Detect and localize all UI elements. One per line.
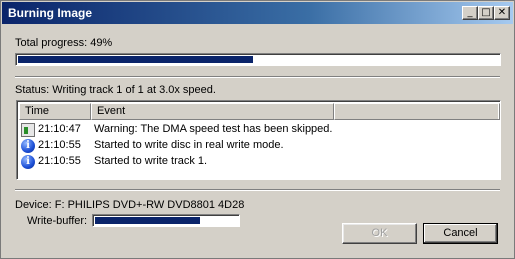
write-buffer-bar [92,214,240,227]
column-header-time[interactable]: Time [19,103,91,120]
column-header-event[interactable]: Event [91,103,334,120]
log-time: 21:10:47 [38,123,81,135]
log-row[interactable]: i 21:10:55 Started to write track 1. [21,154,491,170]
log-row[interactable]: 21:10:47 Warning: The DMA speed test has… [21,122,491,138]
maximize-button[interactable]: □ [478,6,494,20]
window-title: Burning Image [8,6,93,20]
total-progress-label: Total progress: 49% [15,37,113,49]
column-header-filler [334,103,500,120]
burning-image-dialog: Burning Image _ □ ✕ Total progress: 49% … [0,0,515,259]
title-bar[interactable]: Burning Image _ □ ✕ [2,2,513,24]
log-event: Started to write disc in real write mode… [94,139,284,151]
cancel-button[interactable]: Cancel [423,223,498,244]
close-button[interactable]: ✕ [494,6,510,20]
total-progress-fill [18,56,253,63]
log-event: Started to write track 1. [94,155,208,167]
log-event: Warning: The DMA speed test has been ski… [94,123,333,135]
minimize-button[interactable]: _ [462,6,478,20]
event-log-list[interactable]: Time Event 21:10:47 Warning: The DMA spe… [16,100,501,180]
separator-bottom [15,189,500,191]
total-progress-bar [15,53,501,66]
ok-button[interactable]: OK [342,223,417,244]
status-text: Status: Writing track 1 of 1 at 3.0x spe… [15,84,216,96]
log-time: 21:10:55 [38,139,81,151]
info-icon: i [21,155,35,169]
log-header: Time Event [19,103,500,120]
device-text: Device: F: PHILIPS DVD+-RW DVD8801 4D28 [15,199,245,211]
write-buffer-label: Write-buffer: [27,215,88,227]
log-row[interactable]: i 21:10:55 Started to write disc in real… [21,138,491,154]
log-time: 21:10:55 [38,155,81,167]
write-buffer-fill [95,217,200,224]
separator-top [15,76,500,78]
warning-icon [21,123,35,137]
info-icon: i [21,139,35,153]
